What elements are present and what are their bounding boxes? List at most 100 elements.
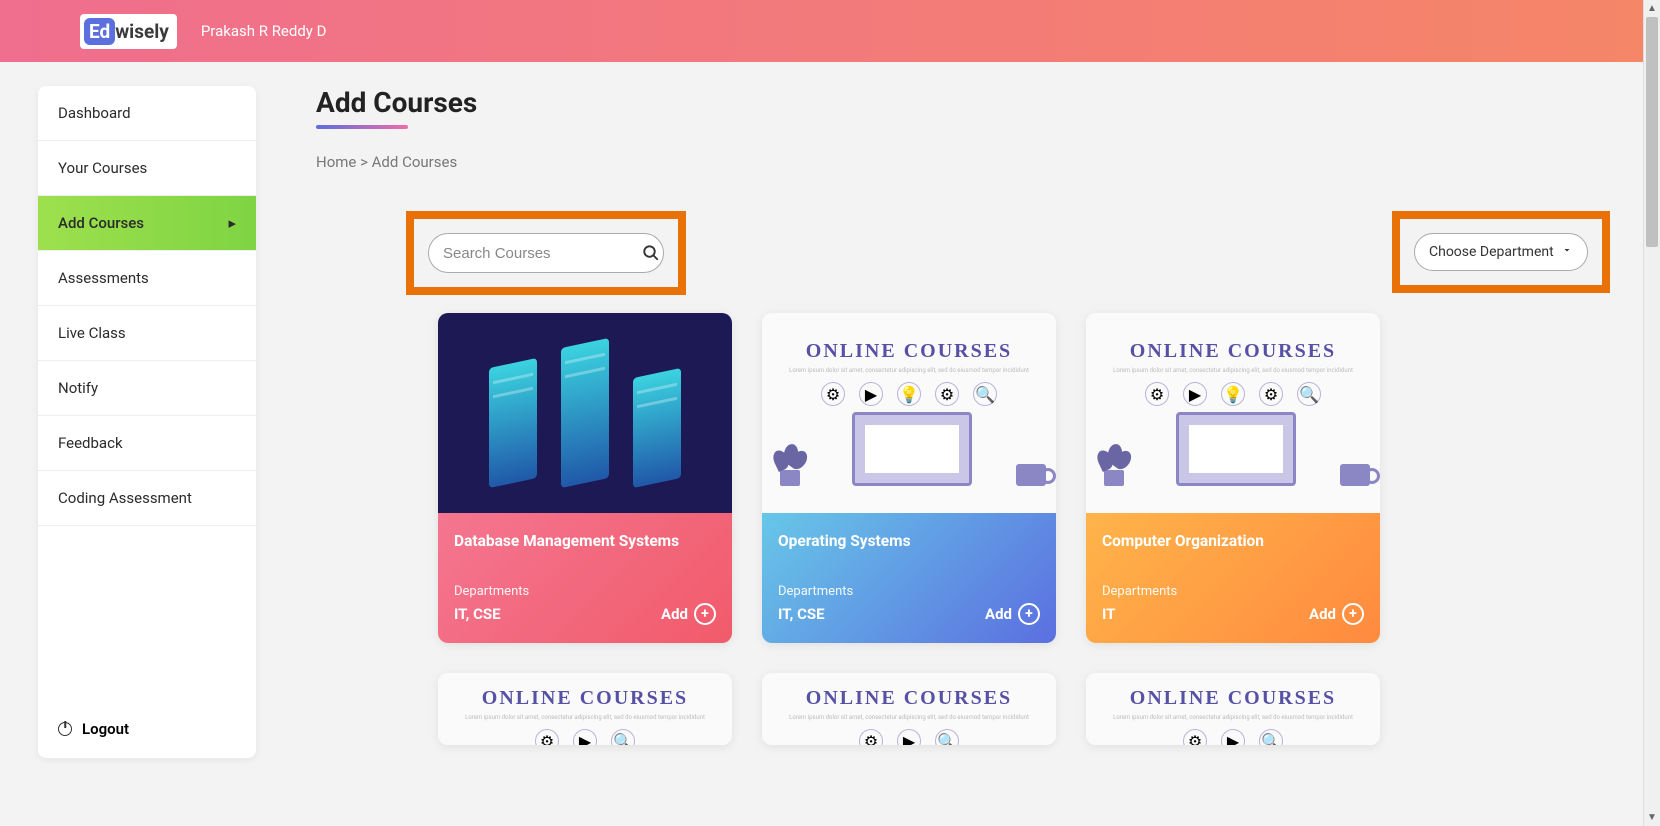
sidebar-item-dashboard[interactable]: Dashboard [38,86,256,141]
play-icon: ▶ [1183,382,1207,406]
magnifier-icon: 🔍 [611,729,635,745]
card-image: ONLINE COURSES Lorem ipsum dolor sit ame… [438,673,732,745]
add-button[interactable]: Add + [985,603,1040,625]
play-icon: ▶ [1221,729,1245,745]
scrollbar[interactable]: ▲ ▼ [1643,0,1660,826]
course-card[interactable]: ONLINE COURSES Lorem ipsum dolor sit ame… [762,313,1056,643]
gear-icon: ⚙ [935,382,959,406]
online-courses-label: ONLINE COURSES [1130,687,1336,710]
sidebar-item-add-courses[interactable]: Add Courses ▸ [38,196,256,251]
sidebar-item-assessments[interactable]: Assessments [38,251,256,306]
sidebar-item-label: Assessments [58,269,149,287]
plant-icon [772,436,808,486]
course-title: Database Management Systems [454,531,716,551]
lorem-text: Lorem ipsum dolor sit amet, consectetur … [1093,367,1373,374]
card-image: ONLINE COURSES Lorem ipsum dolor sit ame… [1086,673,1380,745]
course-card[interactable]: ONLINE COURSES Lorem ipsum dolor sit ame… [438,673,732,745]
add-button[interactable]: Add + [1309,603,1364,625]
sidebar-item-feedback[interactable]: Feedback [38,416,256,471]
plus-icon: + [694,603,716,625]
online-courses-label: ONLINE COURSES [806,687,1012,710]
logout-label: Logout [82,720,129,738]
sidebar-item-your-courses[interactable]: Your Courses [38,141,256,196]
play-icon: ▶ [859,382,883,406]
gear-icon: ⚙ [1183,729,1207,745]
online-courses-label: ONLINE COURSES [482,687,688,710]
scroll-thumb[interactable] [1646,17,1658,247]
power-icon [58,722,72,736]
dept-label: Departments [454,584,716,599]
plus-icon: + [1342,603,1364,625]
user-name: Prakash R Reddy D [201,22,327,40]
sidebar-item-label: Notify [58,379,98,397]
online-courses-label: ONLINE COURSES [806,340,1012,363]
lorem-text: Lorem ipsum dolor sit amet, consectetur … [769,367,1049,374]
course-card[interactable]: Database Management Systems Departments … [438,313,732,643]
card-image: ONLINE COURSES Lorem ipsum dolor sit ame… [762,313,1056,513]
sidebar-item-coding-assessment[interactable]: Coding Assessment [38,471,256,526]
course-card[interactable]: ONLINE COURSES Lorem ipsum dolor sit ame… [1086,673,1380,745]
sidebar: Dashboard Your Courses Add Courses ▸ Ass… [38,86,256,758]
mug-icon [1016,464,1046,486]
mug-icon [1340,464,1370,486]
dept-value: IT [1102,605,1115,623]
add-label: Add [985,605,1012,623]
sidebar-item-notify[interactable]: Notify [38,361,256,416]
gear-icon: ⚙ [859,729,883,745]
dept-label: Departments [1102,584,1364,599]
plant-icon [1096,436,1132,486]
course-title: Computer Organization [1102,531,1364,551]
caret-right-icon: ▸ [228,214,236,232]
search-highlight [406,211,686,295]
logo-text: wisely [115,20,169,43]
play-icon: ▶ [897,729,921,745]
add-label: Add [1309,605,1336,623]
dept-value: IT, CSE [778,605,825,623]
logo[interactable]: Edwisely [80,14,177,49]
department-select[interactable]: Choose Department [1414,233,1588,271]
lorem-text: Lorem ipsum dolor sit amet, consectetur … [769,714,1049,721]
department-highlight: Choose Department [1392,211,1610,293]
gear-icon: ⚙ [535,729,559,745]
gear-icon: ⚙ [821,382,845,406]
dept-label: Departments [778,584,1040,599]
page-title: Add Courses [316,86,1622,119]
sidebar-item-label: Dashboard [58,104,131,122]
sidebar-item-label: Live Class [58,324,126,342]
sidebar-item-live-class[interactable]: Live Class [38,306,256,361]
search-input[interactable] [443,245,642,262]
bulb-icon: 💡 [1221,382,1245,406]
logo-badge: Ed [84,18,115,45]
magnifier-icon: 🔍 [1259,729,1283,745]
chevron-down-icon [1561,244,1573,260]
sidebar-item-label: Coding Assessment [58,489,192,507]
sidebar-item-label: Your Courses [58,159,147,177]
search-wrap[interactable] [428,233,664,273]
scroll-up-arrow-icon[interactable]: ▲ [1644,0,1660,17]
magnifier-icon: 🔍 [1297,382,1321,406]
scroll-down-arrow-icon[interactable]: ▼ [1644,809,1660,826]
course-title: Operating Systems [778,531,1040,551]
add-button[interactable]: Add + [661,603,716,625]
lorem-text: Lorem ipsum dolor sit amet, consectetur … [1093,714,1373,721]
play-icon: ▶ [573,729,597,745]
card-image [438,313,732,513]
select-label: Choose Department [1429,244,1554,260]
logout-button[interactable]: Logout [38,700,256,758]
laptop-icon [1176,412,1296,486]
sidebar-item-label: Feedback [58,434,123,452]
search-icon[interactable] [642,244,660,262]
gear-icon: ⚙ [1145,382,1169,406]
magnifier-icon: 🔍 [973,382,997,406]
online-courses-label: ONLINE COURSES [1130,340,1336,363]
laptop-icon [852,412,972,486]
dept-value: IT, CSE [454,605,501,623]
course-card[interactable]: ONLINE COURSES Lorem ipsum dolor sit ame… [762,673,1056,745]
card-image: ONLINE COURSES Lorem ipsum dolor sit ame… [1086,313,1380,513]
lorem-text: Lorem ipsum dolor sit amet, consectetur … [445,714,725,721]
add-label: Add [661,605,688,623]
title-underline [316,125,408,129]
course-card[interactable]: ONLINE COURSES Lorem ipsum dolor sit ame… [1086,313,1380,643]
plus-icon: + [1018,603,1040,625]
breadcrumb: Home > Add Courses [316,153,1622,171]
